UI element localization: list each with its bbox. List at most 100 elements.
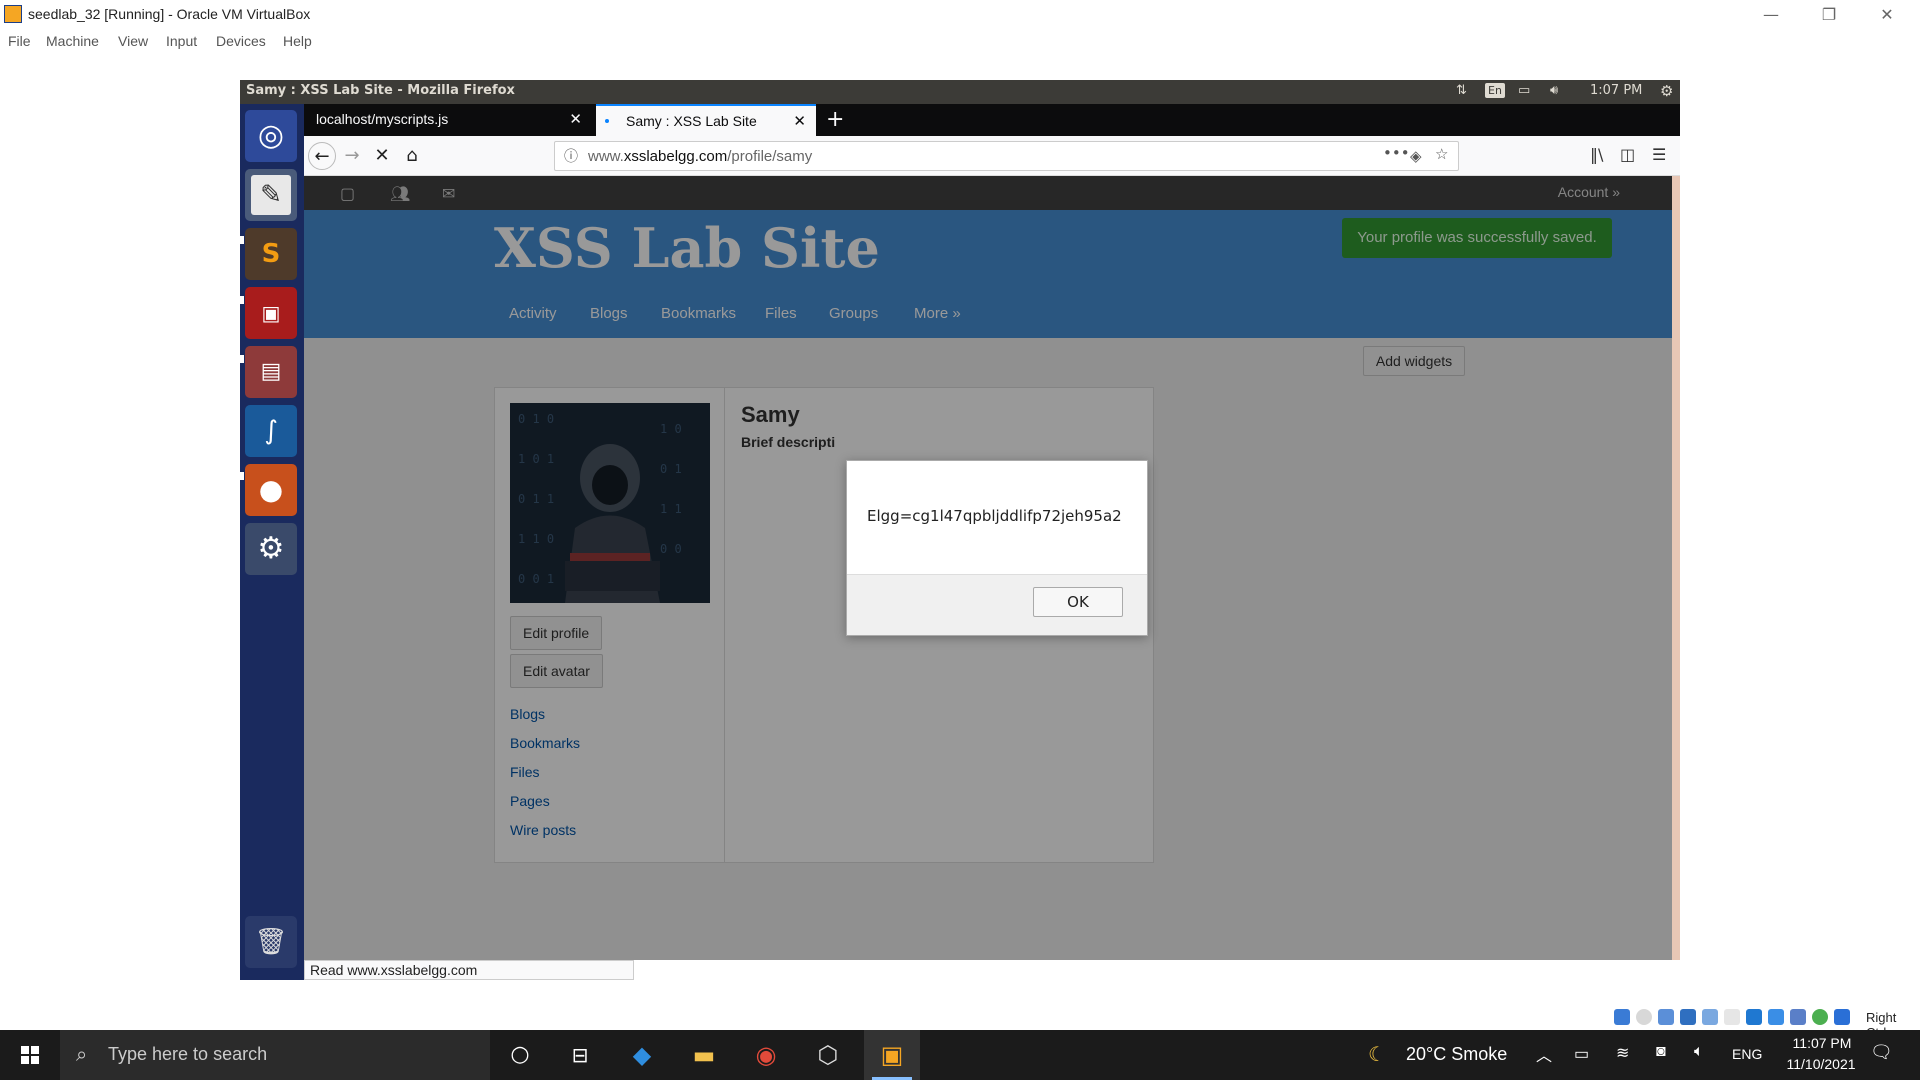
pocket-icon[interactable]: ◈ <box>1410 147 1422 165</box>
tab-samy-xss-lab-site[interactable]: Samy : XSS Lab Site ✕ <box>596 104 816 136</box>
trash-icon[interactable]: 🗑︎ <box>245 916 297 968</box>
menu-input[interactable]: Input <box>166 33 197 49</box>
firefox-icon[interactable]: ● <box>245 464 297 516</box>
close-button[interactable]: ✕ <box>1864 2 1910 28</box>
vscode-icon[interactable]: ◆ <box>614 1030 670 1080</box>
home-icon[interactable]: ⌂ <box>398 142 426 170</box>
vbox-window-title: seedlab_32 [Running] - Oracle VM Virtual… <box>28 6 311 22</box>
url-bar[interactable]: ⓘ www.xsslabelgg.com/profile/samy ••• ◈ … <box>554 141 1459 171</box>
taskbar-clock[interactable]: 11:07 PM <box>1782 1035 1862 1051</box>
files-icon[interactable]: ▤ <box>245 346 297 398</box>
nav-toolbar: ← → ✕ ⌂ ⓘ www.xsslabelgg.com/profile/sam… <box>304 136 1680 176</box>
url-prefix: www. <box>588 148 624 165</box>
shared-folders-icon[interactable] <box>1724 1009 1740 1025</box>
settings-gear-icon[interactable]: ⚙ <box>1660 82 1673 100</box>
status-bar: Read www.xsslabelgg.com <box>304 960 634 980</box>
taskbar-date[interactable]: 11/10/2021 <box>1776 1056 1866 1072</box>
box-app-icon[interactable]: ⬡ <box>800 1030 856 1080</box>
battery-tray-icon[interactable]: ▭ <box>1574 1044 1589 1064</box>
library-icon[interactable]: ‖\ <box>1590 145 1603 164</box>
audio-icon[interactable] <box>1658 1009 1674 1025</box>
close-tab-icon[interactable]: ✕ <box>569 110 582 128</box>
wireshark-icon[interactable]: ∫ <box>245 405 297 457</box>
page-right-edge <box>1672 176 1680 960</box>
back-icon[interactable]: ← <box>308 142 336 170</box>
running-indicator <box>240 296 244 304</box>
meet-now-icon[interactable]: ◙ <box>1656 1043 1666 1061</box>
display-icon[interactable] <box>1746 1009 1762 1025</box>
language-indicator[interactable]: ENG <box>1732 1046 1762 1062</box>
running-indicator <box>240 236 244 244</box>
ok-button[interactable]: OK <box>1033 587 1123 617</box>
cortana-icon[interactable]: ○ <box>492 1030 548 1080</box>
wifi-icon[interactable]: ≋ <box>1616 1043 1629 1063</box>
url-text: www.xsslabelgg.com/profile/samy <box>588 148 812 165</box>
page-viewport: ▢ 👥︎ ✉ Account » XSS Lab Site Your profi… <box>304 176 1680 960</box>
sublime-text-icon[interactable]: S <box>245 228 297 280</box>
recording-icon[interactable] <box>1768 1009 1784 1025</box>
file-explorer-icon[interactable]: ▬ <box>676 1030 732 1080</box>
optical-drive-icon[interactable] <box>1636 1009 1652 1025</box>
sidebar-icon[interactable]: ◫ <box>1620 145 1635 164</box>
running-indicator <box>240 355 244 363</box>
usb-icon[interactable] <box>1702 1009 1718 1025</box>
tab-myscripts[interactable]: localhost/myscripts.js ✕ <box>304 104 592 136</box>
menu-devices[interactable]: Devices <box>216 33 266 49</box>
virtualbox-taskbar-icon[interactable]: ▣ <box>864 1030 920 1080</box>
windows-taskbar: ⌕ Type here to search ○ ⊟ ◆ ▬ ◉ ⬡ ▣ ☾ 20… <box>0 1030 1920 1080</box>
vbox-status-bar: Right Ctrl <box>0 1004 1920 1040</box>
battery-icon[interactable]: ▭ <box>1518 83 1530 98</box>
bookmark-star-icon[interactable]: ☆ <box>1435 145 1448 163</box>
ubuntu-dash-icon[interactable]: ◎ <box>245 110 297 162</box>
menu-machine[interactable]: Machine <box>46 33 99 49</box>
menu-file[interactable]: File <box>8 33 31 49</box>
alert-footer: OK <box>847 574 1147 635</box>
show-hidden-icons[interactable]: ︿ <box>1536 1042 1552 1066</box>
weather-text[interactable]: 20°C Smoke <box>1406 1044 1507 1065</box>
tab-bar: localhost/myscripts.js ✕ Samy : XSS Lab … <box>304 104 1680 136</box>
start-button[interactable] <box>0 1030 60 1080</box>
new-tab-button[interactable]: + <box>826 107 844 132</box>
search-icon: ⌕ <box>76 1042 88 1066</box>
panel-clock[interactable]: 1:07 PM <box>1590 83 1642 98</box>
vbox-titlebar: seedlab_32 [Running] - Oracle VM Virtual… <box>0 0 1920 30</box>
task-view-icon[interactable]: ⊟ <box>552 1030 608 1080</box>
network-icon[interactable]: ⇅ <box>1456 83 1467 98</box>
stop-icon[interactable]: ✕ <box>368 142 396 170</box>
system-settings-icon[interactable]: ⚙ <box>245 523 297 575</box>
forward-icon[interactable]: → <box>338 142 366 170</box>
close-tab-icon[interactable]: ✕ <box>793 112 806 130</box>
running-indicator <box>240 472 244 480</box>
minimize-button[interactable]: — <box>1748 2 1794 28</box>
loading-dot-icon <box>605 119 609 123</box>
alert-message: Elgg=cg1l47qpbljddlifp72jeh95a2 <box>867 507 1122 525</box>
chrome-icon[interactable]: ◉ <box>738 1030 794 1080</box>
terminal-icon[interactable]: ▣ <box>245 287 297 339</box>
text-editor-icon[interactable]: ✎ <box>245 169 297 221</box>
search-placeholder: Type here to search <box>108 1044 268 1064</box>
site-info-icon[interactable]: ⓘ <box>564 146 578 166</box>
hard-disk-icon[interactable] <box>1614 1009 1630 1025</box>
ubuntu-launcher: ◎ ✎ S ▣ ▤ ∫ ● ⚙ 🗑︎ <box>240 104 304 980</box>
network-adapter-icon[interactable] <box>1680 1009 1696 1025</box>
speaker-icon[interactable]: 🔈︎ <box>1694 1043 1704 1061</box>
vbox-menubar: File Machine View Input Devices Help <box>0 30 1920 54</box>
guest-additions-icon[interactable] <box>1812 1009 1828 1025</box>
tab-label: Samy : XSS Lab Site <box>626 113 757 129</box>
page-actions-icon[interactable]: ••• <box>1383 144 1410 162</box>
taskbar-search[interactable]: ⌕ Type here to search <box>60 1030 490 1080</box>
volume-icon[interactable]: 🔊︎ <box>1550 83 1558 98</box>
alert-dialog: Elgg=cg1l47qpbljddlifp72jeh95a2 OK <box>846 460 1148 636</box>
firefox-window: localhost/myscripts.js ✕ Samy : XSS Lab … <box>304 104 1680 980</box>
active-window-title: Samy : XSS Lab Site - Mozilla Firefox <box>246 83 515 98</box>
cpu-icon[interactable] <box>1790 1009 1806 1025</box>
mouse-integration-icon[interactable] <box>1834 1009 1850 1025</box>
tab-label: localhost/myscripts.js <box>316 111 449 127</box>
restore-button[interactable]: ❐ <box>1806 2 1852 28</box>
menu-view[interactable]: View <box>118 33 148 49</box>
menu-help[interactable]: Help <box>283 33 312 49</box>
weather-icon[interactable]: ☾ <box>1368 1042 1386 1067</box>
notifications-icon[interactable]: 🗨︎ <box>1870 1042 1893 1063</box>
keyboard-layout-indicator[interactable]: En <box>1485 83 1505 98</box>
menu-hamburger-icon[interactable]: ☰ <box>1652 145 1666 164</box>
